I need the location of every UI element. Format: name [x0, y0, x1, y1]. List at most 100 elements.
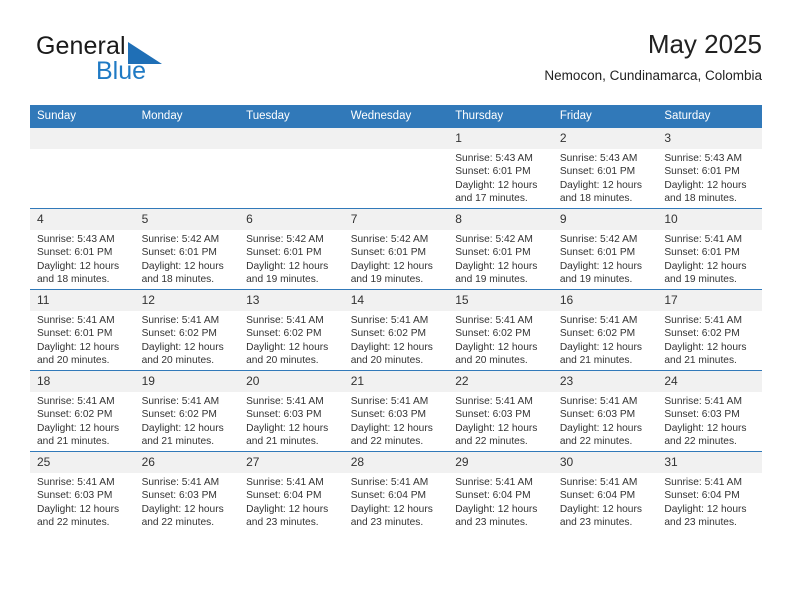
day-cell[interactable]: 28 Sunrise: 5:41 AM Sunset: 6:04 PM Dayl… [343, 451, 449, 532]
day-cell[interactable]: 27 Sunrise: 5:41 AM Sunset: 6:04 PM Dayl… [239, 451, 344, 532]
daylight-text-line1: Daylight: 12 hours [559, 341, 642, 353]
day-cell[interactable]: 7 Sunrise: 5:42 AM Sunset: 6:01 PM Dayli… [343, 208, 449, 290]
day-number: 1 [448, 128, 553, 149]
logo-text-blue: Blue [96, 57, 147, 85]
day-details: Sunrise: 5:41 AM Sunset: 6:04 PM Dayligh… [344, 473, 449, 530]
day-cell[interactable]: 8 Sunrise: 5:42 AM Sunset: 6:01 PM Dayli… [448, 208, 553, 290]
day-cell[interactable]: 20 Sunrise: 5:41 AM Sunset: 6:03 PM Dayl… [239, 370, 344, 452]
day-cell[interactable]: 18 Sunrise: 5:41 AM Sunset: 6:02 PM Dayl… [30, 370, 135, 452]
day-details: Sunrise: 5:41 AM Sunset: 6:03 PM Dayligh… [239, 392, 344, 449]
day-details: Sunrise: 5:42 AM Sunset: 6:01 PM Dayligh… [239, 230, 344, 287]
daylight-text-line1: Daylight: 12 hours [455, 341, 538, 353]
day-cell[interactable]: 19 Sunrise: 5:41 AM Sunset: 6:02 PM Dayl… [134, 370, 240, 452]
daylight-text-line1: Daylight: 12 hours [455, 179, 538, 191]
sunrise-text: Sunrise: 5:41 AM [664, 234, 742, 245]
sunset-text: Sunset: 6:01 PM [559, 166, 636, 178]
sunrise-text: Sunrise: 5:41 AM [246, 477, 324, 488]
day-cell[interactable] [343, 127, 449, 209]
day-number: 12 [134, 290, 240, 311]
daylight-text-line2: and 20 minutes. [37, 355, 110, 367]
calendar-week-row: 11 Sunrise: 5:41 AM Sunset: 6:01 PM Dayl… [30, 289, 762, 371]
day-number: 24 [657, 371, 762, 392]
day-cell[interactable]: 24 Sunrise: 5:41 AM Sunset: 6:03 PM Dayl… [657, 370, 762, 452]
day-cell[interactable] [239, 127, 344, 209]
day-details [239, 149, 344, 152]
daylight-text-line2: and 21 minutes. [246, 436, 319, 448]
day-cell[interactable]: 3 Sunrise: 5:43 AM Sunset: 6:01 PM Dayli… [657, 127, 762, 209]
day-cell[interactable]: 11 Sunrise: 5:41 AM Sunset: 6:01 PM Dayl… [30, 289, 135, 371]
sunrise-text: Sunrise: 5:41 AM [455, 477, 533, 488]
day-details: Sunrise: 5:43 AM Sunset: 6:01 PM Dayligh… [553, 149, 658, 206]
day-number [343, 128, 449, 149]
daylight-text-line2: and 21 minutes. [37, 436, 110, 448]
day-cell[interactable]: 17 Sunrise: 5:41 AM Sunset: 6:02 PM Dayl… [657, 289, 762, 371]
sunset-text: Sunset: 6:02 PM [455, 328, 531, 340]
daylight-text-line2: and 22 minutes. [559, 436, 633, 448]
day-details: Sunrise: 5:42 AM Sunset: 6:01 PM Dayligh… [553, 230, 658, 287]
general-blue-logo[interactable]: General Blue [36, 32, 236, 88]
day-cell[interactable]: 4 Sunrise: 5:43 AM Sunset: 6:01 PM Dayli… [30, 208, 135, 290]
day-details: Sunrise: 5:41 AM Sunset: 6:04 PM Dayligh… [239, 473, 344, 530]
day-cell[interactable]: 23 Sunrise: 5:41 AM Sunset: 6:03 PM Dayl… [552, 370, 658, 452]
sunset-text: Sunset: 6:02 PM [559, 328, 636, 340]
day-cell[interactable]: 15 Sunrise: 5:41 AM Sunset: 6:02 PM Dayl… [448, 289, 553, 371]
day-cell[interactable]: 1 Sunrise: 5:43 AM Sunset: 6:01 PM Dayli… [448, 127, 553, 209]
sunrise-text: Sunrise: 5:42 AM [350, 234, 429, 245]
daylight-text-line2: and 17 minutes. [455, 193, 528, 205]
day-details: Sunrise: 5:41 AM Sunset: 6:02 PM Dayligh… [135, 392, 240, 449]
day-cell[interactable]: 12 Sunrise: 5:41 AM Sunset: 6:02 PM Dayl… [134, 289, 240, 371]
day-number: 28 [343, 452, 449, 473]
calendar-week-row: 25 Sunrise: 5:41 AM Sunset: 6:03 PM Dayl… [30, 451, 762, 532]
day-cell[interactable]: 14 Sunrise: 5:41 AM Sunset: 6:02 PM Dayl… [343, 289, 449, 371]
day-number: 13 [239, 290, 344, 311]
sunset-text: Sunset: 6:02 PM [141, 409, 217, 421]
daylight-text-line1: Daylight: 12 hours [559, 179, 642, 191]
day-cell[interactable] [134, 127, 240, 209]
daylight-text-line1: Daylight: 12 hours [559, 422, 642, 434]
day-number: 21 [343, 371, 449, 392]
day-cell[interactable]: 25 Sunrise: 5:41 AM Sunset: 6:03 PM Dayl… [30, 451, 135, 532]
day-cell[interactable]: 9 Sunrise: 5:42 AM Sunset: 6:01 PM Dayli… [552, 208, 658, 290]
day-cell[interactable]: 26 Sunrise: 5:41 AM Sunset: 6:03 PM Dayl… [134, 451, 240, 532]
sunrise-text: Sunrise: 5:41 AM [246, 315, 324, 326]
sunrise-text: Sunrise: 5:43 AM [455, 153, 533, 164]
calendar-body: 1 Sunrise: 5:43 AM Sunset: 6:01 PM Dayli… [30, 127, 762, 532]
weekday-header-thursday: Thursday [448, 105, 553, 128]
daylight-text-line2: and 18 minutes. [664, 193, 737, 205]
day-number: 26 [134, 452, 240, 473]
day-cell[interactable]: 29 Sunrise: 5:41 AM Sunset: 6:04 PM Dayl… [448, 451, 553, 532]
daylight-text-line2: and 19 minutes. [455, 274, 528, 286]
sunset-text: Sunset: 6:02 PM [37, 409, 113, 421]
sunrise-text: Sunrise: 5:43 AM [664, 153, 742, 164]
calendar-week-row: 1 Sunrise: 5:43 AM Sunset: 6:01 PM Dayli… [30, 127, 762, 209]
day-number: 3 [657, 128, 762, 149]
day-cell[interactable]: 16 Sunrise: 5:41 AM Sunset: 6:02 PM Dayl… [552, 289, 658, 371]
daylight-text-line1: Daylight: 12 hours [559, 503, 642, 515]
sunrise-text: Sunrise: 5:41 AM [350, 315, 429, 326]
day-cell[interactable]: 5 Sunrise: 5:42 AM Sunset: 6:01 PM Dayli… [134, 208, 240, 290]
day-cell[interactable]: 21 Sunrise: 5:41 AM Sunset: 6:03 PM Dayl… [343, 370, 449, 452]
sunset-text: Sunset: 6:01 PM [664, 166, 740, 178]
day-details: Sunrise: 5:43 AM Sunset: 6:01 PM Dayligh… [657, 149, 762, 206]
sunrise-text: Sunrise: 5:41 AM [350, 396, 429, 407]
weekday-header-wednesday: Wednesday [343, 105, 449, 128]
day-details: Sunrise: 5:41 AM Sunset: 6:03 PM Dayligh… [553, 392, 658, 449]
calendar-grid: Sunday Monday Tuesday Wednesday Thursday… [30, 105, 762, 532]
day-cell[interactable]: 10 Sunrise: 5:41 AM Sunset: 6:01 PM Dayl… [657, 208, 762, 290]
day-cell[interactable]: 2 Sunrise: 5:43 AM Sunset: 6:01 PM Dayli… [552, 127, 658, 209]
sunset-text: Sunset: 6:02 PM [664, 328, 740, 340]
day-cell[interactable]: 6 Sunrise: 5:42 AM Sunset: 6:01 PM Dayli… [239, 208, 344, 290]
daylight-text-line2: and 20 minutes. [246, 355, 319, 367]
day-cell[interactable]: 31 Sunrise: 5:41 AM Sunset: 6:04 PM Dayl… [657, 451, 762, 532]
day-cell[interactable] [30, 127, 135, 209]
day-cell[interactable]: 22 Sunrise: 5:41 AM Sunset: 6:03 PM Dayl… [448, 370, 553, 452]
day-cell[interactable]: 13 Sunrise: 5:41 AM Sunset: 6:02 PM Dayl… [239, 289, 344, 371]
sunrise-text: Sunrise: 5:41 AM [37, 315, 115, 326]
daylight-text-line1: Daylight: 12 hours [246, 341, 329, 353]
day-number: 7 [343, 209, 449, 230]
day-details: Sunrise: 5:42 AM Sunset: 6:01 PM Dayligh… [344, 230, 449, 287]
daylight-text-line1: Daylight: 12 hours [37, 503, 120, 515]
day-number: 23 [552, 371, 658, 392]
day-cell[interactable]: 30 Sunrise: 5:41 AM Sunset: 6:04 PM Dayl… [552, 451, 658, 532]
sunset-text: Sunset: 6:03 PM [455, 409, 531, 421]
